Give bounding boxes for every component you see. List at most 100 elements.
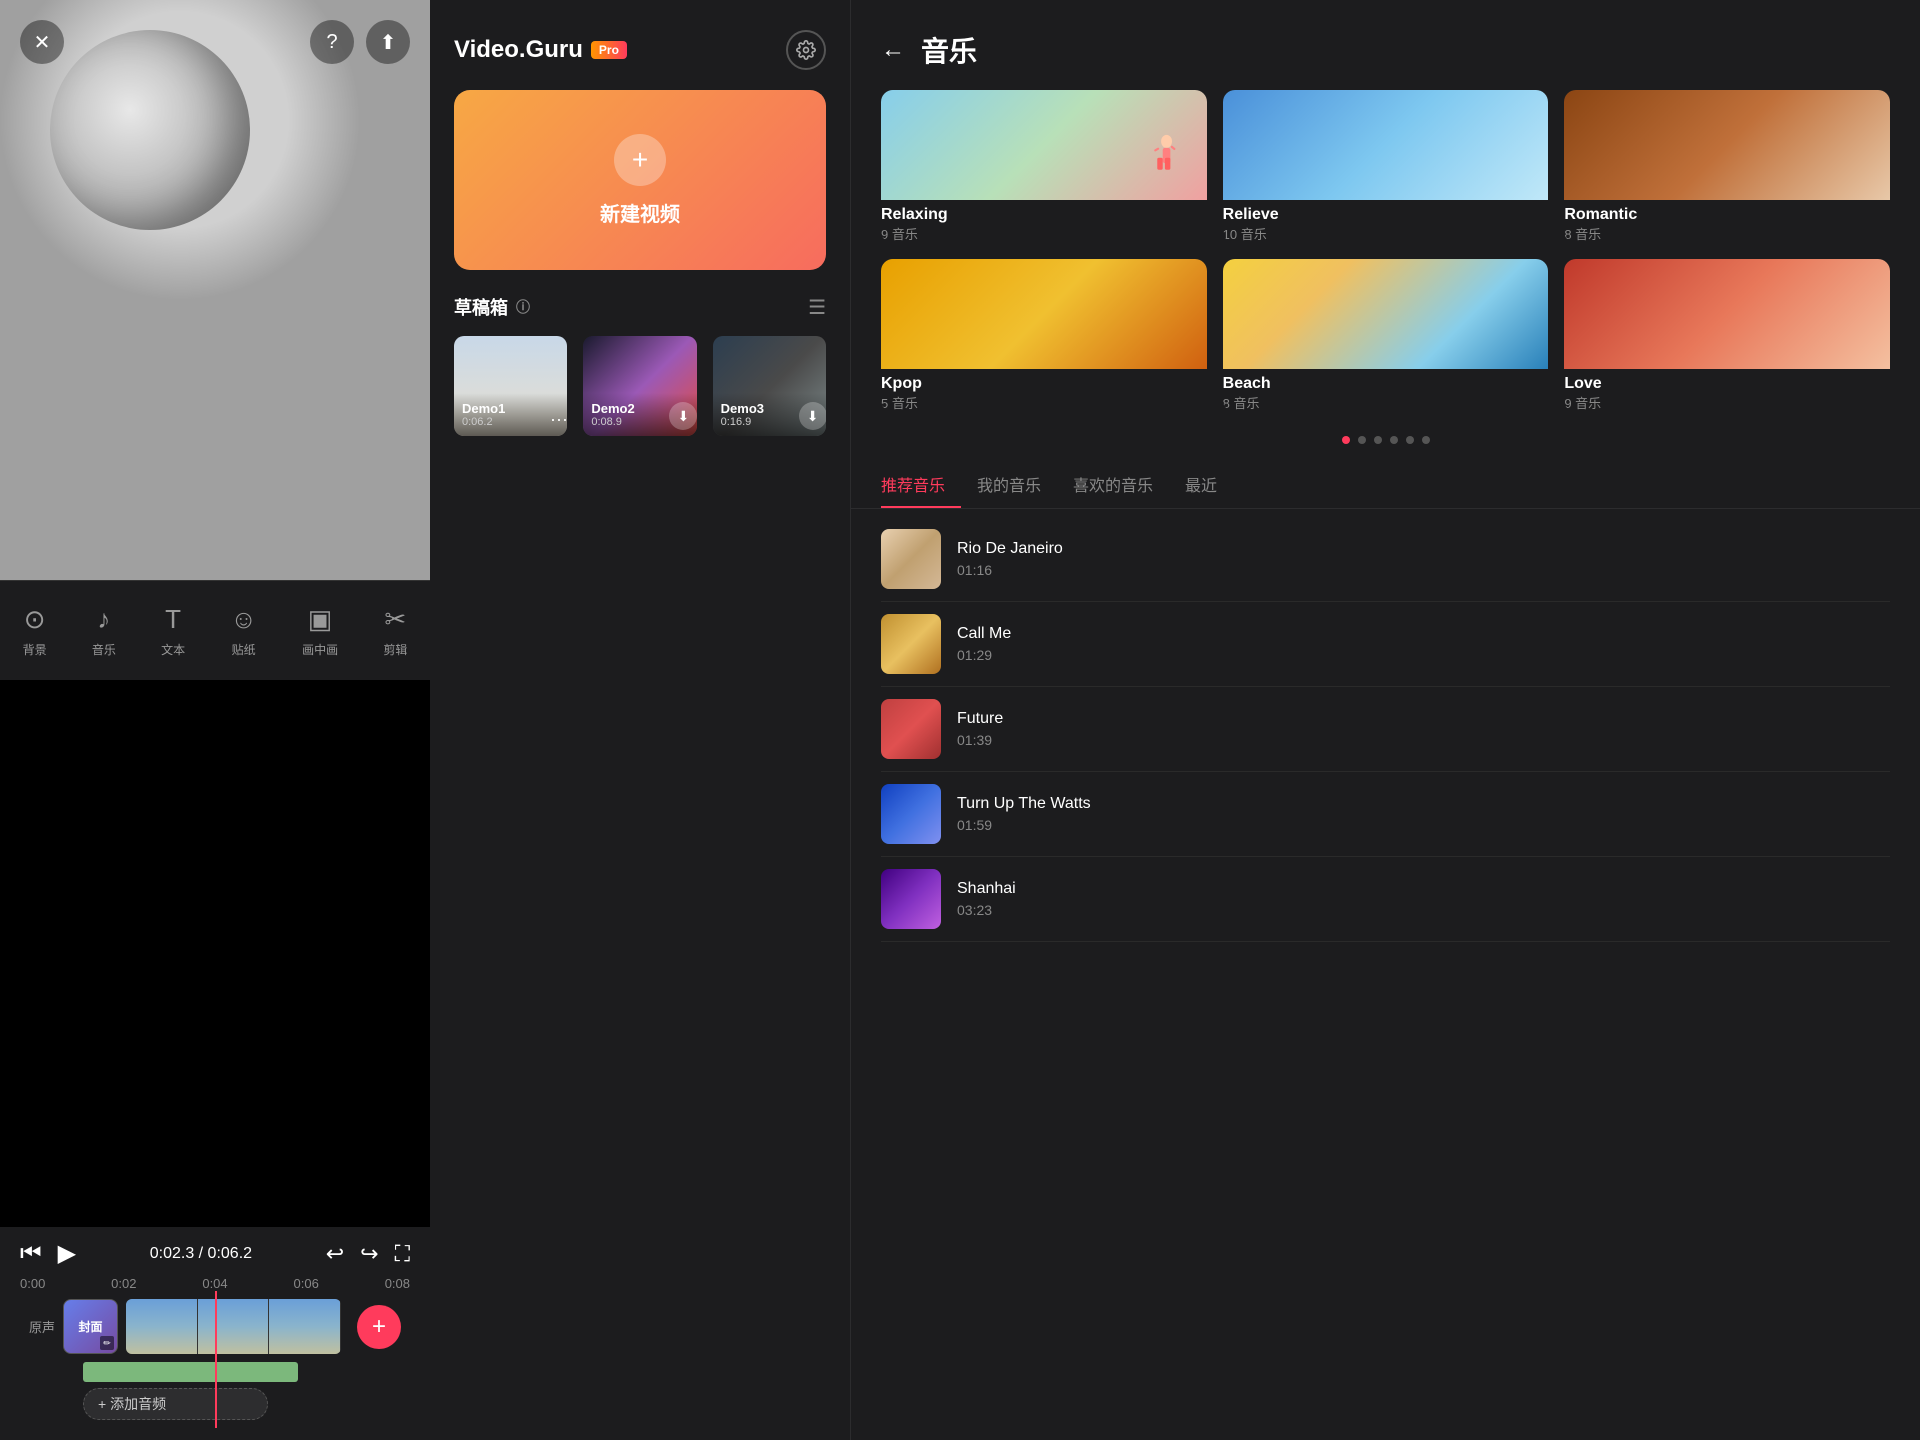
audio-strip[interactable]: [83, 1362, 298, 1382]
track-name-shanhai: Shanhai: [957, 880, 1890, 898]
middle-header: Video.Guru Pro: [430, 0, 850, 90]
add-clip-button[interactable]: +: [357, 1305, 401, 1349]
tool-edit[interactable]: ✂ 剪辑: [383, 604, 407, 658]
add-audio-button[interactable]: + 添加音频: [83, 1388, 268, 1420]
pip-icon: ▣: [308, 604, 333, 635]
new-video-plus-icon: +: [614, 134, 666, 186]
genre-count-relaxing: 9 音乐: [881, 224, 1207, 243]
skip-back-button[interactable]: ⏮: [20, 1240, 42, 1268]
genre-card-kpop[interactable]: Kpop 5 音乐: [881, 259, 1207, 412]
genre-name-beach: Beach: [1223, 375, 1549, 393]
music-item-future[interactable]: Future 01:39: [881, 687, 1890, 772]
right-panel: ← 音乐 Relaxing 9 音乐 Reliev: [850, 0, 1920, 1440]
tab-recommended[interactable]: 推荐音乐: [881, 460, 961, 508]
genre-card-relaxing[interactable]: Relaxing 9 音乐: [881, 90, 1207, 243]
draft-thumb-1: Demo1 0:06.2 ···: [454, 336, 567, 436]
music-item-callme[interactable]: Call Me 01:29: [881, 602, 1890, 687]
drafts-title-text: 草稿箱: [454, 294, 508, 320]
tab-recent[interactable]: 最近: [1185, 460, 1233, 508]
pro-badge: Pro: [591, 41, 627, 59]
new-video-button[interactable]: + 新建视频: [454, 90, 826, 270]
draft-items: Demo1 0:06.2 ··· Demo2 0:08.9 ⬇: [454, 336, 826, 436]
tab-my-music[interactable]: 我的音乐: [977, 460, 1057, 508]
list-icon[interactable]: ☰: [808, 295, 826, 320]
draft-thumb-2: Demo2 0:08.9 ⬇: [583, 336, 696, 436]
tool-background[interactable]: ⊙ 背景: [23, 604, 47, 658]
tool-pip[interactable]: ▣ 画中画: [302, 604, 338, 658]
tab-my-music-label: 我的音乐: [977, 478, 1041, 495]
music-item-rio[interactable]: Rio De Janeiro 01:16: [881, 517, 1890, 602]
track-thumb-rio: [881, 529, 941, 589]
music-list: Rio De Janeiro 01:16 Call Me 01:29 Futur…: [851, 517, 1920, 1440]
genre-card-romantic[interactable]: Romantic 8 音乐: [1564, 90, 1890, 243]
track-info-shanhai: Shanhai 03:23: [957, 880, 1890, 918]
genre-name-relieve: Relieve: [1223, 206, 1549, 224]
music-item-watts[interactable]: Turn Up The Watts 01:59: [881, 772, 1890, 857]
tool-text-label: 文本: [161, 641, 185, 658]
draft-card-2[interactable]: Demo2 0:08.9 ⬇: [583, 336, 696, 436]
track-duration-shanhai: 03:23: [957, 902, 1890, 918]
playback-controls: ⏮ ▶ 0:02.3 / 0:06.2 ↩ ↪ ⛶: [20, 1239, 410, 1268]
undo-icon[interactable]: ↩: [326, 1241, 344, 1267]
pagination-dots: [851, 428, 1920, 460]
page-dot-1[interactable]: [1342, 436, 1350, 444]
cover-thumb[interactable]: 封面 ✏: [63, 1299, 118, 1354]
video-preview: ✕ ? ⬆: [0, 0, 430, 580]
track-thumb-callme: [881, 614, 941, 674]
genre-thumb-kpop: [881, 259, 1207, 369]
back-button[interactable]: ←: [881, 36, 905, 64]
genre-card-love[interactable]: Love 9 音乐: [1564, 259, 1890, 412]
draft-card-3[interactable]: Demo3 0:16.9 ⬇: [713, 336, 826, 436]
genre-thumb-love: [1564, 259, 1890, 369]
music-tabs: 推荐音乐 我的音乐 喜欢的音乐 最近: [851, 460, 1920, 509]
middle-panel: Video.Guru Pro + 新建视频 草稿箱 ⓘ ☰: [430, 0, 850, 1440]
draft-dots-1[interactable]: ···: [550, 409, 567, 430]
draft-card-1[interactable]: Demo1 0:06.2 ···: [454, 336, 567, 436]
tab-recent-label: 最近: [1185, 478, 1217, 495]
genre-thumb-romantic: [1564, 90, 1890, 200]
genre-name-romantic: Romantic: [1564, 206, 1890, 224]
tool-sticker-label: 贴纸: [232, 641, 256, 658]
track-name-rio: Rio De Janeiro: [957, 540, 1890, 558]
draft-download-3[interactable]: ⬇: [799, 402, 826, 430]
tool-text[interactable]: T 文本: [161, 604, 185, 658]
music-item-shanhai[interactable]: Shanhai 03:23: [881, 857, 1890, 942]
page-dot-2[interactable]: [1358, 436, 1366, 444]
cover-label-text: 封面: [78, 1318, 102, 1335]
draft-download-2[interactable]: ⬇: [669, 402, 696, 430]
share-button[interactable]: ⬆: [366, 20, 410, 64]
settings-button[interactable]: [786, 30, 826, 70]
play-button[interactable]: ▶: [58, 1239, 76, 1268]
tool-music[interactable]: ♪ 音乐: [92, 604, 116, 658]
drafts-section: 草稿箱 ⓘ ☰ Demo1 0:06.2 ··· Demo2: [430, 294, 850, 436]
genre-thumb-relieve: [1223, 90, 1549, 200]
video-clip-strip[interactable]: [126, 1299, 341, 1354]
genre-thumb-relaxing: [881, 90, 1207, 200]
sticker-icon: ☺: [230, 604, 257, 635]
genre-card-beach[interactable]: Beach 8 音乐: [1223, 259, 1549, 412]
clip-1: [126, 1299, 198, 1354]
fullscreen-icon[interactable]: ⛶: [395, 1241, 410, 1267]
track-info-future: Future 01:39: [957, 710, 1890, 748]
track-thumb-future: [881, 699, 941, 759]
music-title: 音乐: [921, 30, 977, 70]
tool-background-label: 背景: [23, 641, 47, 658]
redo-icon[interactable]: ↪: [360, 1241, 378, 1267]
genre-card-relieve[interactable]: Relieve 10 音乐: [1223, 90, 1549, 243]
tool-sticker[interactable]: ☺ 贴纸: [230, 604, 257, 658]
page-dot-3[interactable]: [1374, 436, 1382, 444]
page-dot-5[interactable]: [1406, 436, 1414, 444]
ruler-0: 0:00: [20, 1276, 45, 1291]
page-dot-4[interactable]: [1390, 436, 1398, 444]
drafts-info-icon: ⓘ: [516, 297, 530, 317]
ruler-2: 0:02: [111, 1276, 136, 1291]
ruler-4: 0:04: [202, 1276, 227, 1291]
page-dot-6[interactable]: [1422, 436, 1430, 444]
drafts-title: 草稿箱 ⓘ: [454, 294, 530, 320]
track-duration-future: 01:39: [957, 732, 1890, 748]
help-button[interactable]: ?: [310, 20, 354, 64]
close-button[interactable]: ✕: [20, 20, 64, 64]
tab-liked[interactable]: 喜欢的音乐: [1073, 460, 1169, 508]
controls-bar: ⏮ ▶ 0:02.3 / 0:06.2 ↩ ↪ ⛶ 0:00 0:02 0:04…: [0, 1227, 430, 1440]
playhead: [215, 1291, 217, 1428]
